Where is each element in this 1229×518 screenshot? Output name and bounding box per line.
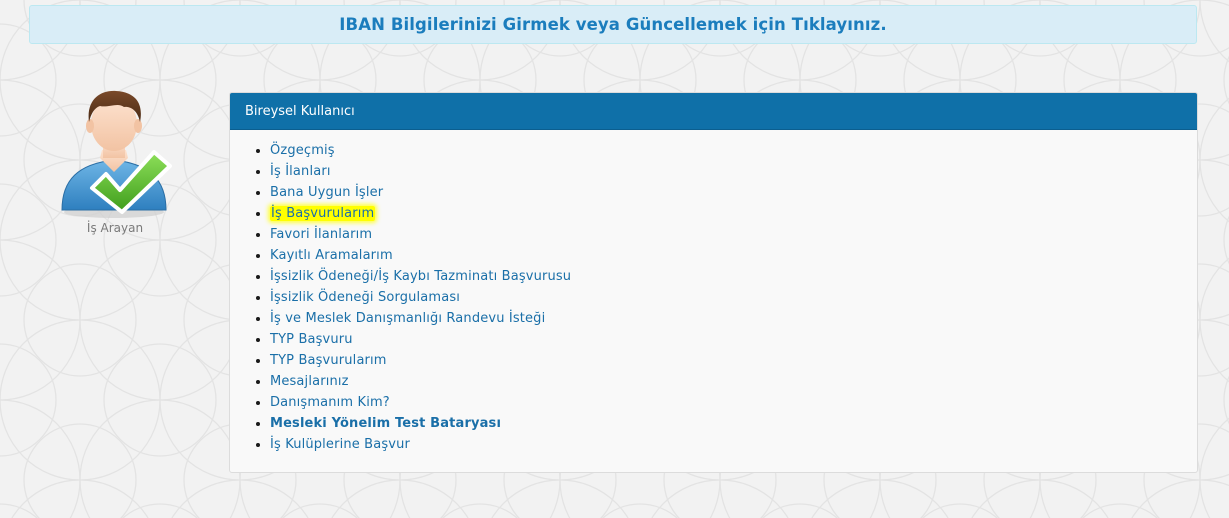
- menu-link-5[interactable]: Kayıtlı Aramalarım: [270, 248, 393, 263]
- user-role-label: İş Arayan: [86, 221, 144, 235]
- menu-list-item: İş ve Meslek Danışmanlığı Randevu İsteği: [270, 308, 1197, 329]
- menu-link-14[interactable]: İş Kulüplerine Başvur: [270, 437, 410, 452]
- menu-link-12[interactable]: Danışmanım Kim?: [270, 395, 390, 410]
- user-avatar: [56, 88, 180, 220]
- menu-link-8[interactable]: İş ve Meslek Danışmanlığı Randevu İsteği: [270, 311, 545, 326]
- menu-link-7[interactable]: İşsizlik Ödeneği Sorgulaması: [270, 290, 460, 305]
- menu-list-item: Özgeçmiş: [270, 140, 1197, 161]
- menu-list-item: Kayıtlı Aramalarım: [270, 245, 1197, 266]
- user-check-avatar-icon: [61, 90, 172, 218]
- iban-update-banner[interactable]: IBAN Bilgilerinizi Girmek veya Güncellem…: [29, 5, 1197, 44]
- menu-link-11[interactable]: Mesajlarınız: [270, 374, 349, 389]
- menu-list-item: İş Başvurularım: [270, 203, 1197, 224]
- menu-list-item: Bana Uygun İşler: [270, 182, 1197, 203]
- menu-link-4[interactable]: Favori İlanlarım: [270, 227, 372, 242]
- menu-link-1[interactable]: İş İlanları: [270, 164, 331, 179]
- individual-user-panel: Bireysel Kullanıcı Özgeçmiş İş İlanları Ba…: [229, 92, 1198, 473]
- menu-list-item: İşsizlik Ödeneği Sorgulaması: [270, 287, 1197, 308]
- menu-list-item: İş İlanları: [270, 161, 1197, 182]
- menu-list-item: TYP Başvurularım: [270, 350, 1197, 371]
- menu-list-item: Mesleki Yönelim Test Bataryası: [270, 413, 1197, 434]
- menu-list-item: TYP Başvuru: [270, 329, 1197, 350]
- menu-link-9[interactable]: TYP Başvuru: [270, 332, 353, 347]
- panel-header: Bireysel Kullanıcı: [230, 93, 1197, 130]
- panel-body: Özgeçmiş İş İlanları Bana Uygun İşler İş Ba…: [230, 130, 1197, 455]
- menu-list-item: Danışmanım Kim?: [270, 392, 1197, 413]
- iban-banner-text[interactable]: IBAN Bilgilerinizi Girmek veya Güncellem…: [339, 15, 886, 34]
- menu-list-item: İşsizlik Ödeneği/İş Kaybı Tazminatı Başv…: [270, 266, 1197, 287]
- menu-list-item: Favori İlanlarım: [270, 224, 1197, 245]
- menu-link-2[interactable]: Bana Uygun İşler: [270, 185, 383, 200]
- menu-list-item: İş Kulüplerine Başvur: [270, 434, 1197, 455]
- panel-title: Bireysel Kullanıcı: [245, 103, 355, 119]
- menu-link-6[interactable]: İşsizlik Ödeneği/İş Kaybı Tazminatı Başv…: [270, 269, 571, 284]
- menu-link-10[interactable]: TYP Başvurularım: [270, 353, 387, 368]
- menu-link-13[interactable]: Mesleki Yönelim Test Bataryası: [270, 416, 501, 431]
- menu-link-3[interactable]: İş Başvurularım: [270, 206, 376, 221]
- menu-list-item: Mesajlarınız: [270, 371, 1197, 392]
- user-menu-list: Özgeçmiş İş İlanları Bana Uygun İşler İş Ba…: [230, 140, 1197, 455]
- menu-link-0[interactable]: Özgeçmiş: [270, 143, 335, 158]
